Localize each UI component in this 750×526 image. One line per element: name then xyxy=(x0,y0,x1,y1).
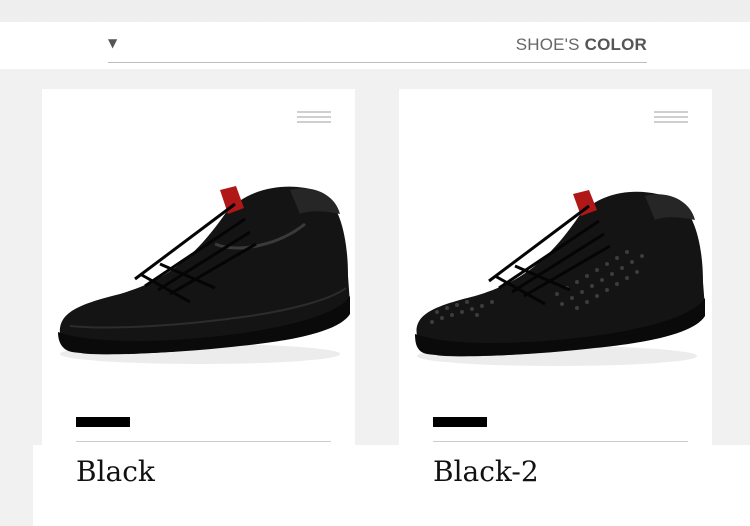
caret-down-icon[interactable]: ▼ xyxy=(108,36,117,50)
color-swatch xyxy=(76,417,130,427)
color-name-label: Black-2 xyxy=(433,455,539,488)
color-swatch xyxy=(433,417,487,427)
section-title-bold: COLOR xyxy=(584,35,647,54)
scalloped-border xyxy=(0,0,750,22)
card-divider xyxy=(76,441,331,442)
black-perforated-sneaker-image xyxy=(415,190,705,366)
section-title-light: SHOE'S xyxy=(515,35,580,54)
header-band: ▼ SHOE'S COLOR xyxy=(0,0,750,69)
section-header: ▼ SHOE'S COLOR xyxy=(108,34,647,63)
card-divider xyxy=(433,441,688,442)
black-leather-sneaker-image xyxy=(58,186,350,364)
color-name-label: Black xyxy=(76,455,155,488)
menu-lines-icon xyxy=(654,111,688,123)
menu-lines-icon xyxy=(297,111,331,123)
section-title: SHOE'S COLOR xyxy=(516,35,647,55)
header-divider xyxy=(108,62,647,63)
product-card-black[interactable] xyxy=(42,89,355,469)
product-card-black-2[interactable] xyxy=(399,89,712,469)
